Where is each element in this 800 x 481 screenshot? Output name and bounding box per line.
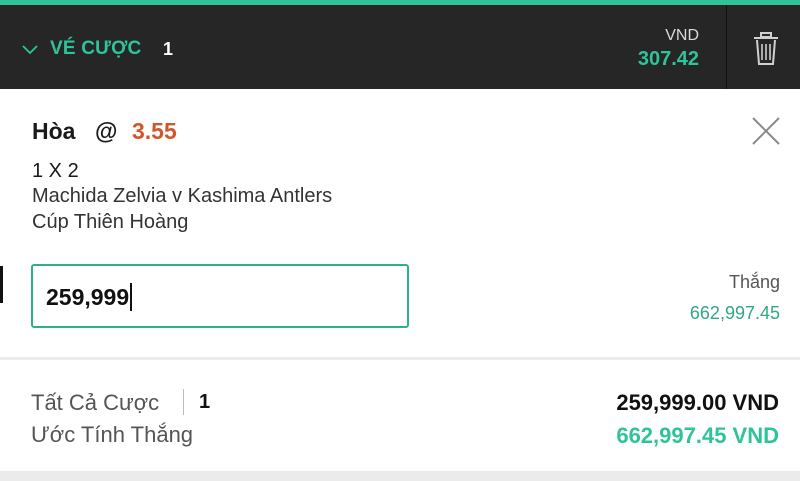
odds-at-symbol: @ [95,118,118,144]
close-icon[interactable] [750,115,782,147]
stake-input[interactable]: 259,999 [31,264,409,328]
trash-icon[interactable] [742,29,790,69]
balance-amount: 307.42 [637,48,699,70]
selection-name: Hòa [32,118,76,144]
total-bets-count: 1 [199,391,211,413]
competition-name: Cúp Thiên Hoàng [32,211,189,233]
chevron-down-icon[interactable] [22,45,38,55]
estimated-win-amount: 662,997.45 VND [616,423,779,448]
text-caret [130,283,133,311]
betslip-count: 1 [163,39,174,59]
stake-value[interactable]: 259,999 [46,283,133,311]
betslip-title: VÉ CƯỢC [50,38,142,59]
total-bets-label: Tất Cả Cược [31,390,160,415]
summary-separator [183,389,184,415]
header-divider [726,5,727,89]
footer-strip [0,471,800,481]
selection-odds: 3.55 [132,118,177,144]
balance-currency: VND [665,27,699,44]
potential-win-amount: 662,997.45 [689,303,780,323]
total-stake: 259,999.00 VND [616,390,779,415]
market-name: 1 X 2 [32,160,79,182]
betslip-summary: Tất Cả Cược 1 259,999.00 VND Ước Tính Th… [0,360,800,471]
remove-bet-button[interactable] [750,115,782,147]
bet-card: Hòa @ 3.55 1 X 2 Machida Zelvia v Kashim… [0,89,800,357]
potential-win-label: Thắng [728,272,780,292]
left-edge-marker [0,266,3,303]
event-name: Machida Zelvia v Kashima Antlers [32,185,333,207]
stake-text: 259,999 [46,284,130,310]
betslip-header[interactable]: VÉ CƯỢC 1 VND 307.42 [0,5,800,89]
estimated-win-label: Ước Tính Thắng [31,422,194,447]
clear-betslip-button[interactable] [742,29,790,69]
